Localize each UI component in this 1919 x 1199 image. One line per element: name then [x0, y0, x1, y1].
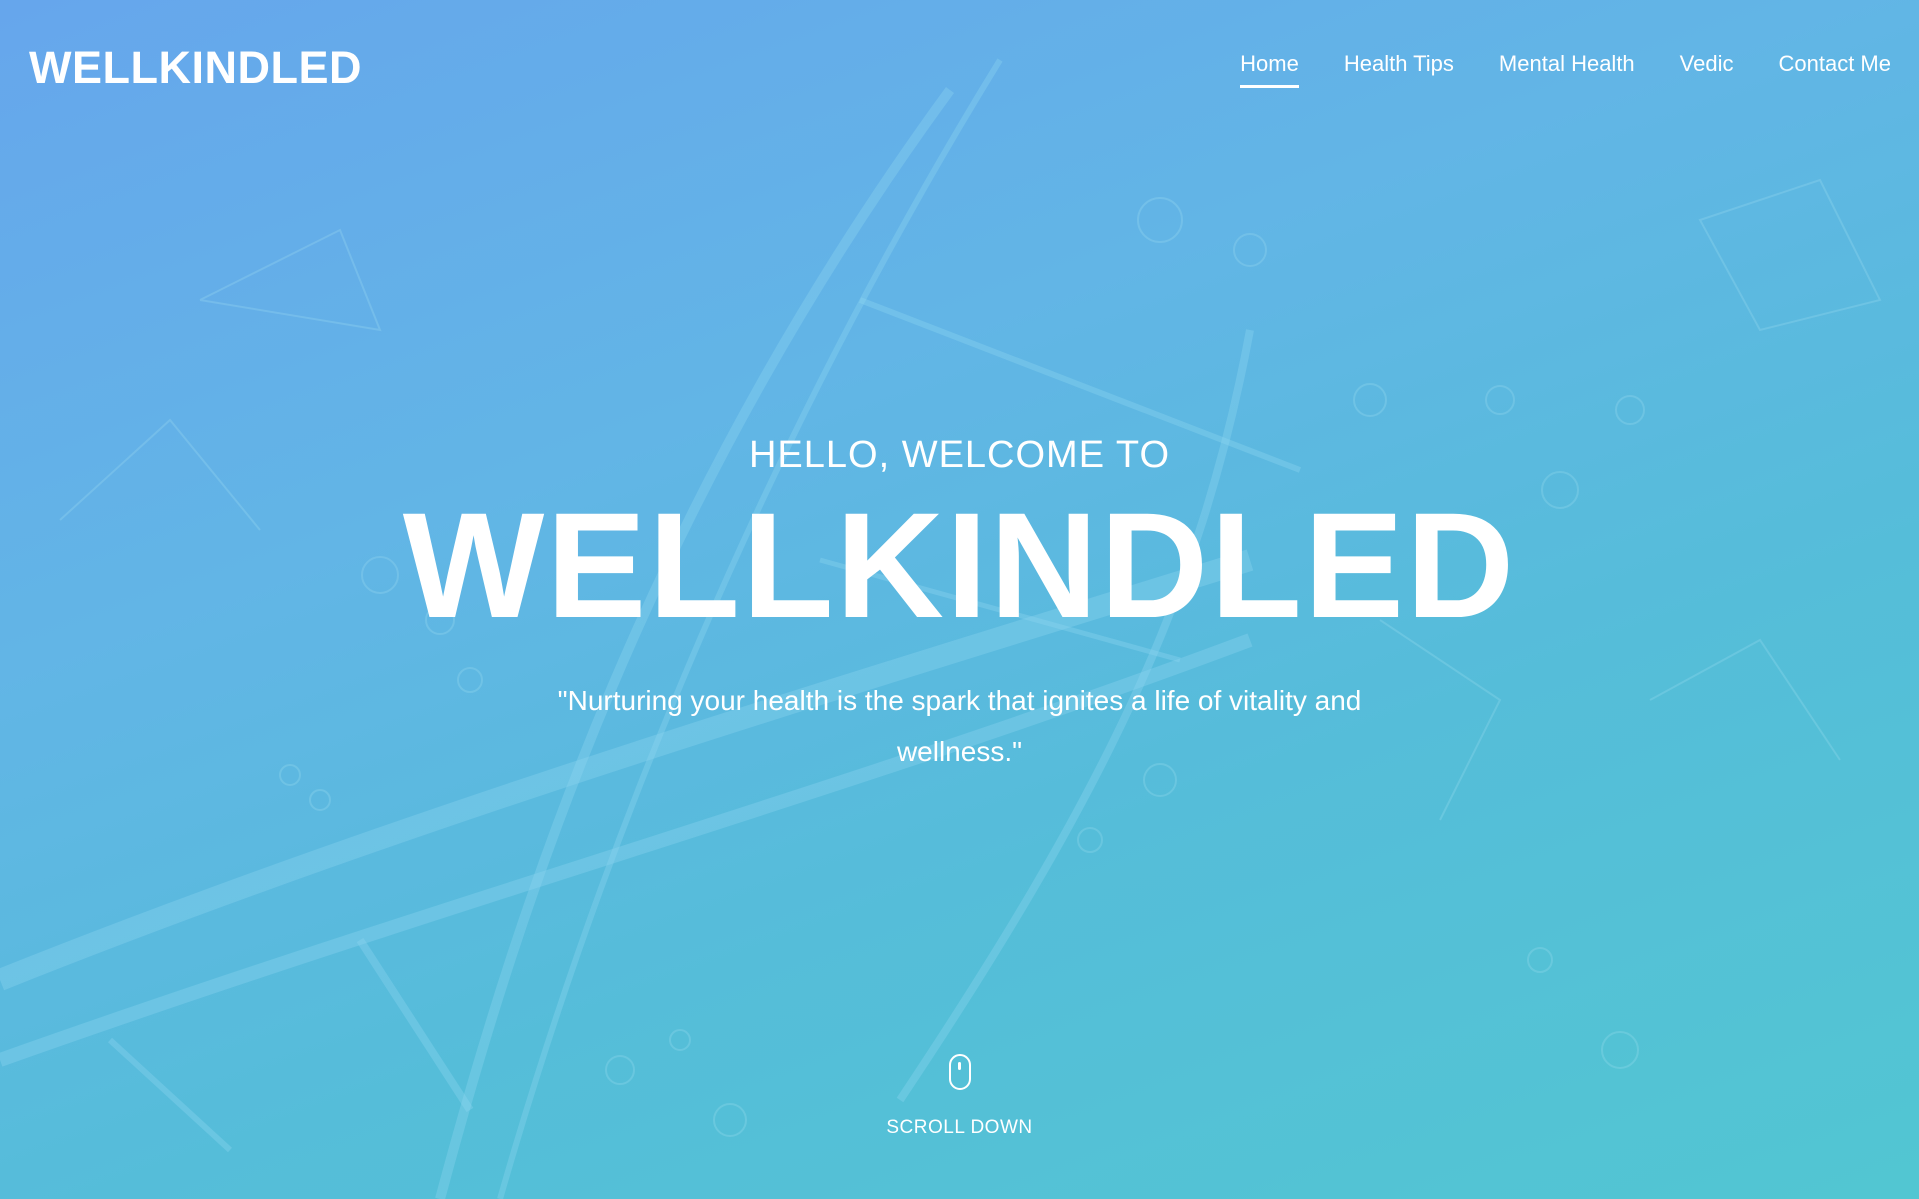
- nav-item-vedic[interactable]: Vedic: [1680, 48, 1734, 88]
- scroll-down-indicator: SCROLL DOWN: [0, 1054, 1919, 1139]
- hero-section: HELLO, WELCOME TO WELLKINDLED "Nurturing…: [0, 425, 1919, 777]
- hero-title: WELLKINDLED: [402, 481, 1517, 649]
- nav-item-contact-me[interactable]: Contact Me: [1779, 48, 1892, 88]
- main-nav: Home Health Tips Mental Health Vedic Con…: [1240, 48, 1891, 88]
- mouse-icon[interactable]: [948, 1054, 971, 1090]
- hero-quote: "Nurturing your health is the spark that…: [557, 685, 1362, 767]
- nav-item-mental-health[interactable]: Mental Health: [1499, 48, 1635, 88]
- site-header: WELLKINDLED Home Health Tips Mental Heal…: [0, 0, 1919, 130]
- hero-greeting: HELLO, WELCOME TO: [748, 434, 1171, 476]
- scroll-down-link[interactable]: SCROLL DOWN: [0, 1117, 1919, 1139]
- nav-item-home[interactable]: Home: [1240, 48, 1299, 88]
- nav-item-health-tips[interactable]: Health Tips: [1344, 48, 1454, 88]
- site-logo[interactable]: WELLKINDLED: [29, 40, 362, 96]
